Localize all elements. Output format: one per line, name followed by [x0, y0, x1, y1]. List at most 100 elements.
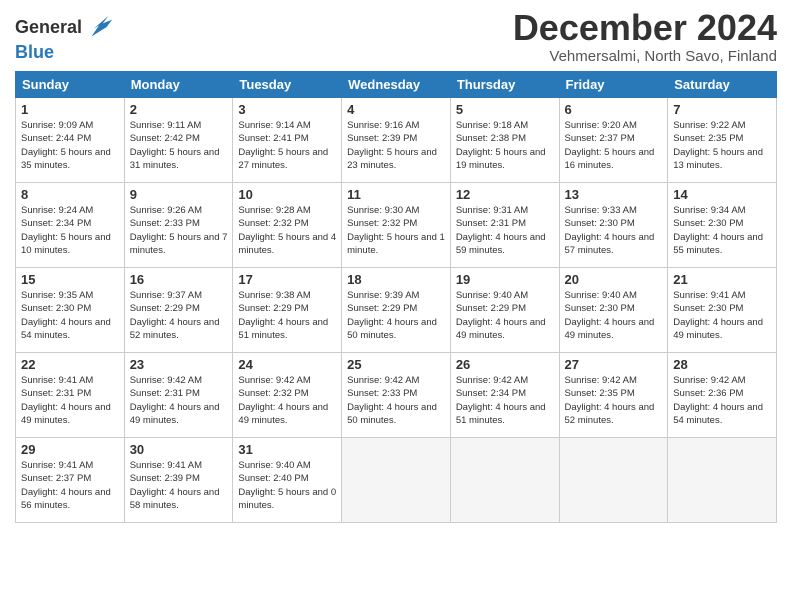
calendar-cell: 8 Sunrise: 9:24 AM Sunset: 2:34 PM Dayli…	[16, 183, 125, 268]
calendar-week-row: 29 Sunrise: 9:41 AM Sunset: 2:37 PM Dayl…	[16, 438, 777, 523]
day-number: 8	[21, 187, 119, 202]
calendar-cell: 26 Sunrise: 9:42 AM Sunset: 2:34 PM Dayl…	[450, 353, 559, 438]
sunset-label: Sunset: 2:33 PM	[130, 218, 200, 229]
logo: General Blue	[15, 14, 114, 63]
calendar-cell: 4 Sunrise: 9:16 AM Sunset: 2:39 PM Dayli…	[342, 98, 451, 183]
calendar-cell: 7 Sunrise: 9:22 AM Sunset: 2:35 PM Dayli…	[668, 98, 777, 183]
day-number: 12	[456, 187, 554, 202]
calendar-week-row: 22 Sunrise: 9:41 AM Sunset: 2:31 PM Dayl…	[16, 353, 777, 438]
calendar-cell	[559, 438, 668, 523]
calendar-cell: 24 Sunrise: 9:42 AM Sunset: 2:32 PM Dayl…	[233, 353, 342, 438]
sunset-label: Sunset: 2:29 PM	[130, 303, 200, 314]
calendar-cell: 1 Sunrise: 9:09 AM Sunset: 2:44 PM Dayli…	[16, 98, 125, 183]
col-thursday: Thursday	[450, 72, 559, 98]
calendar-cell: 31 Sunrise: 9:40 AM Sunset: 2:40 PM Dayl…	[233, 438, 342, 523]
sunrise-label: Sunrise: 9:37 AM	[130, 290, 202, 301]
sunset-label: Sunset: 2:29 PM	[456, 303, 526, 314]
sunset-label: Sunset: 2:30 PM	[673, 218, 743, 229]
day-info: Sunrise: 9:34 AM Sunset: 2:30 PM Dayligh…	[673, 204, 771, 257]
calendar-cell: 21 Sunrise: 9:41 AM Sunset: 2:30 PM Dayl…	[668, 268, 777, 353]
sunset-label: Sunset: 2:30 PM	[565, 303, 635, 314]
daylight-label: Daylight: 5 hours and 27 minutes.	[238, 147, 328, 171]
day-number: 6	[565, 102, 663, 117]
logo-icon	[86, 14, 114, 42]
day-info: Sunrise: 9:14 AM Sunset: 2:41 PM Dayligh…	[238, 119, 336, 172]
day-info: Sunrise: 9:41 AM Sunset: 2:30 PM Dayligh…	[673, 289, 771, 342]
sunrise-label: Sunrise: 9:11 AM	[130, 120, 202, 131]
sunset-label: Sunset: 2:40 PM	[238, 473, 308, 484]
day-number: 27	[565, 357, 663, 372]
day-info: Sunrise: 9:35 AM Sunset: 2:30 PM Dayligh…	[21, 289, 119, 342]
daylight-label: Daylight: 4 hours and 51 minutes.	[456, 402, 546, 426]
calendar-cell: 16 Sunrise: 9:37 AM Sunset: 2:29 PM Dayl…	[124, 268, 233, 353]
day-number: 26	[456, 357, 554, 372]
day-info: Sunrise: 9:42 AM Sunset: 2:35 PM Dayligh…	[565, 374, 663, 427]
day-info: Sunrise: 9:41 AM Sunset: 2:37 PM Dayligh…	[21, 459, 119, 512]
calendar-cell: 18 Sunrise: 9:39 AM Sunset: 2:29 PM Dayl…	[342, 268, 451, 353]
sunrise-label: Sunrise: 9:20 AM	[565, 120, 637, 131]
day-info: Sunrise: 9:22 AM Sunset: 2:35 PM Dayligh…	[673, 119, 771, 172]
day-number: 31	[238, 442, 336, 457]
sunset-label: Sunset: 2:39 PM	[347, 133, 417, 144]
sunrise-label: Sunrise: 9:40 AM	[238, 460, 310, 471]
daylight-label: Daylight: 4 hours and 50 minutes.	[347, 402, 437, 426]
daylight-label: Daylight: 4 hours and 49 minutes.	[238, 402, 328, 426]
daylight-label: Daylight: 5 hours and 16 minutes.	[565, 147, 655, 171]
sunrise-label: Sunrise: 9:40 AM	[565, 290, 637, 301]
sunrise-label: Sunrise: 9:42 AM	[673, 375, 745, 386]
calendar-cell: 9 Sunrise: 9:26 AM Sunset: 2:33 PM Dayli…	[124, 183, 233, 268]
day-info: Sunrise: 9:24 AM Sunset: 2:34 PM Dayligh…	[21, 204, 119, 257]
calendar-cell: 22 Sunrise: 9:41 AM Sunset: 2:31 PM Dayl…	[16, 353, 125, 438]
day-number: 14	[673, 187, 771, 202]
sunset-label: Sunset: 2:39 PM	[130, 473, 200, 484]
sunrise-label: Sunrise: 9:16 AM	[347, 120, 419, 131]
day-number: 17	[238, 272, 336, 287]
location-title: Vehmersalmi, North Savo, Finland	[513, 48, 777, 65]
day-number: 5	[456, 102, 554, 117]
sunrise-label: Sunrise: 9:39 AM	[347, 290, 419, 301]
day-number: 3	[238, 102, 336, 117]
daylight-label: Daylight: 4 hours and 55 minutes.	[673, 232, 763, 256]
day-info: Sunrise: 9:40 AM Sunset: 2:30 PM Dayligh…	[565, 289, 663, 342]
daylight-label: Daylight: 5 hours and 23 minutes.	[347, 147, 437, 171]
calendar-table: Sunday Monday Tuesday Wednesday Thursday…	[15, 71, 777, 523]
sunrise-label: Sunrise: 9:24 AM	[21, 205, 93, 216]
day-info: Sunrise: 9:28 AM Sunset: 2:32 PM Dayligh…	[238, 204, 336, 257]
title-area: December 2024 Vehmersalmi, North Savo, F…	[513, 10, 777, 65]
calendar-cell: 20 Sunrise: 9:40 AM Sunset: 2:30 PM Dayl…	[559, 268, 668, 353]
day-info: Sunrise: 9:42 AM Sunset: 2:31 PM Dayligh…	[130, 374, 228, 427]
day-info: Sunrise: 9:26 AM Sunset: 2:33 PM Dayligh…	[130, 204, 228, 257]
sunset-label: Sunset: 2:31 PM	[21, 388, 91, 399]
daylight-label: Daylight: 4 hours and 50 minutes.	[347, 317, 437, 341]
calendar-cell: 14 Sunrise: 9:34 AM Sunset: 2:30 PM Dayl…	[668, 183, 777, 268]
daylight-label: Daylight: 5 hours and 0 minutes.	[238, 487, 336, 511]
sunrise-label: Sunrise: 9:09 AM	[21, 120, 93, 131]
day-info: Sunrise: 9:41 AM Sunset: 2:39 PM Dayligh…	[130, 459, 228, 512]
day-info: Sunrise: 9:18 AM Sunset: 2:38 PM Dayligh…	[456, 119, 554, 172]
sunset-label: Sunset: 2:36 PM	[673, 388, 743, 399]
daylight-label: Daylight: 5 hours and 35 minutes.	[21, 147, 111, 171]
daylight-label: Daylight: 4 hours and 57 minutes.	[565, 232, 655, 256]
sunrise-label: Sunrise: 9:28 AM	[238, 205, 310, 216]
sunrise-label: Sunrise: 9:18 AM	[456, 120, 528, 131]
sunrise-label: Sunrise: 9:42 AM	[238, 375, 310, 386]
sunrise-label: Sunrise: 9:42 AM	[130, 375, 202, 386]
day-info: Sunrise: 9:20 AM Sunset: 2:37 PM Dayligh…	[565, 119, 663, 172]
day-number: 2	[130, 102, 228, 117]
day-info: Sunrise: 9:11 AM Sunset: 2:42 PM Dayligh…	[130, 119, 228, 172]
col-monday: Monday	[124, 72, 233, 98]
sunrise-label: Sunrise: 9:41 AM	[21, 375, 93, 386]
daylight-label: Daylight: 4 hours and 54 minutes.	[673, 402, 763, 426]
daylight-label: Daylight: 4 hours and 49 minutes.	[456, 317, 546, 341]
sunrise-label: Sunrise: 9:41 AM	[130, 460, 202, 471]
day-number: 30	[130, 442, 228, 457]
day-info: Sunrise: 9:39 AM Sunset: 2:29 PM Dayligh…	[347, 289, 445, 342]
daylight-label: Daylight: 4 hours and 49 minutes.	[21, 402, 111, 426]
day-number: 18	[347, 272, 445, 287]
logo-general: General	[15, 18, 82, 38]
sunset-label: Sunset: 2:31 PM	[456, 218, 526, 229]
day-number: 16	[130, 272, 228, 287]
calendar-cell: 12 Sunrise: 9:31 AM Sunset: 2:31 PM Dayl…	[450, 183, 559, 268]
daylight-label: Daylight: 4 hours and 56 minutes.	[21, 487, 111, 511]
sunset-label: Sunset: 2:37 PM	[21, 473, 91, 484]
